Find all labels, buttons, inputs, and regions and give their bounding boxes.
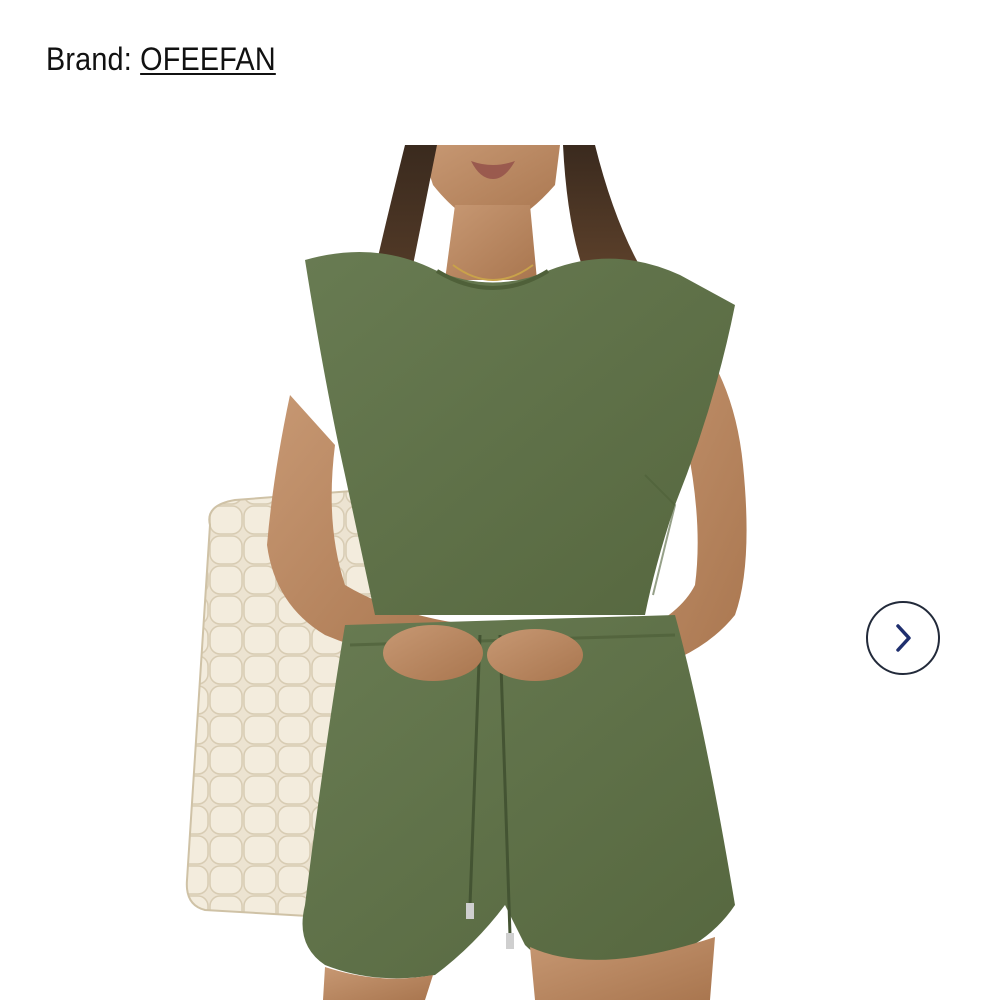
chevron-right-icon bbox=[896, 624, 911, 652]
next-image-button[interactable] bbox=[866, 601, 940, 675]
brand-link[interactable]: OFEEFAN bbox=[140, 41, 276, 77]
product-gallery-page: Brand: OFEEFAN bbox=[0, 0, 1000, 1000]
brand-label: Brand: bbox=[46, 41, 141, 77]
brand-line: Brand: OFEEFAN bbox=[46, 38, 276, 80]
sleeveless-top bbox=[305, 252, 735, 615]
model-head bbox=[420, 145, 560, 281]
product-image bbox=[185, 145, 747, 1000]
